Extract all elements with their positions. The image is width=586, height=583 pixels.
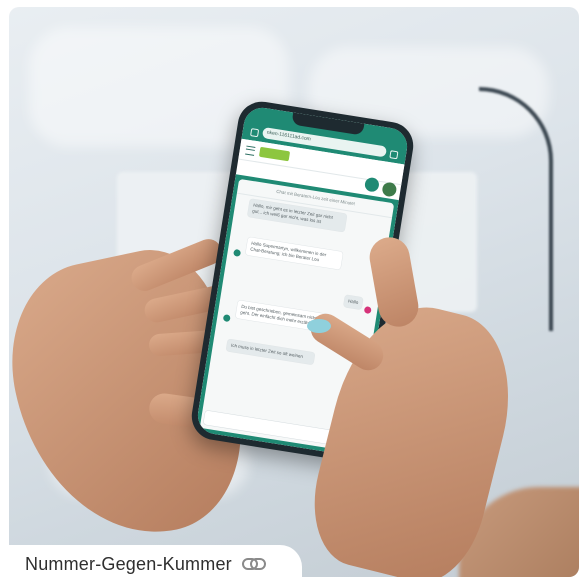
caption-title[interactable]: Nummer-Gegen-Kummer <box>25 554 232 575</box>
hero-photo: nken-116111ad.com Chat mit Beratern-Lou … <box>9 7 579 577</box>
image-caption[interactable]: Nummer-Gegen-Kummer <box>9 545 302 583</box>
site-logo <box>258 146 291 162</box>
bot-avatar <box>233 248 242 257</box>
bot-avatar <box>222 314 231 323</box>
fingernail <box>307 319 331 333</box>
home-icon <box>250 128 260 138</box>
tabs-icon <box>389 150 399 160</box>
menu-icon <box>245 145 256 156</box>
user-avatar <box>363 306 372 315</box>
chat-message: Hallo <box>343 294 364 310</box>
cable <box>479 87 553 331</box>
chat-message: Ich muss in letzter Zeit so oft weinen <box>226 339 315 365</box>
link-icon[interactable] <box>241 558 266 570</box>
chat-message: Hallo Supermartyn, willkommen in der Cha… <box>245 236 344 270</box>
